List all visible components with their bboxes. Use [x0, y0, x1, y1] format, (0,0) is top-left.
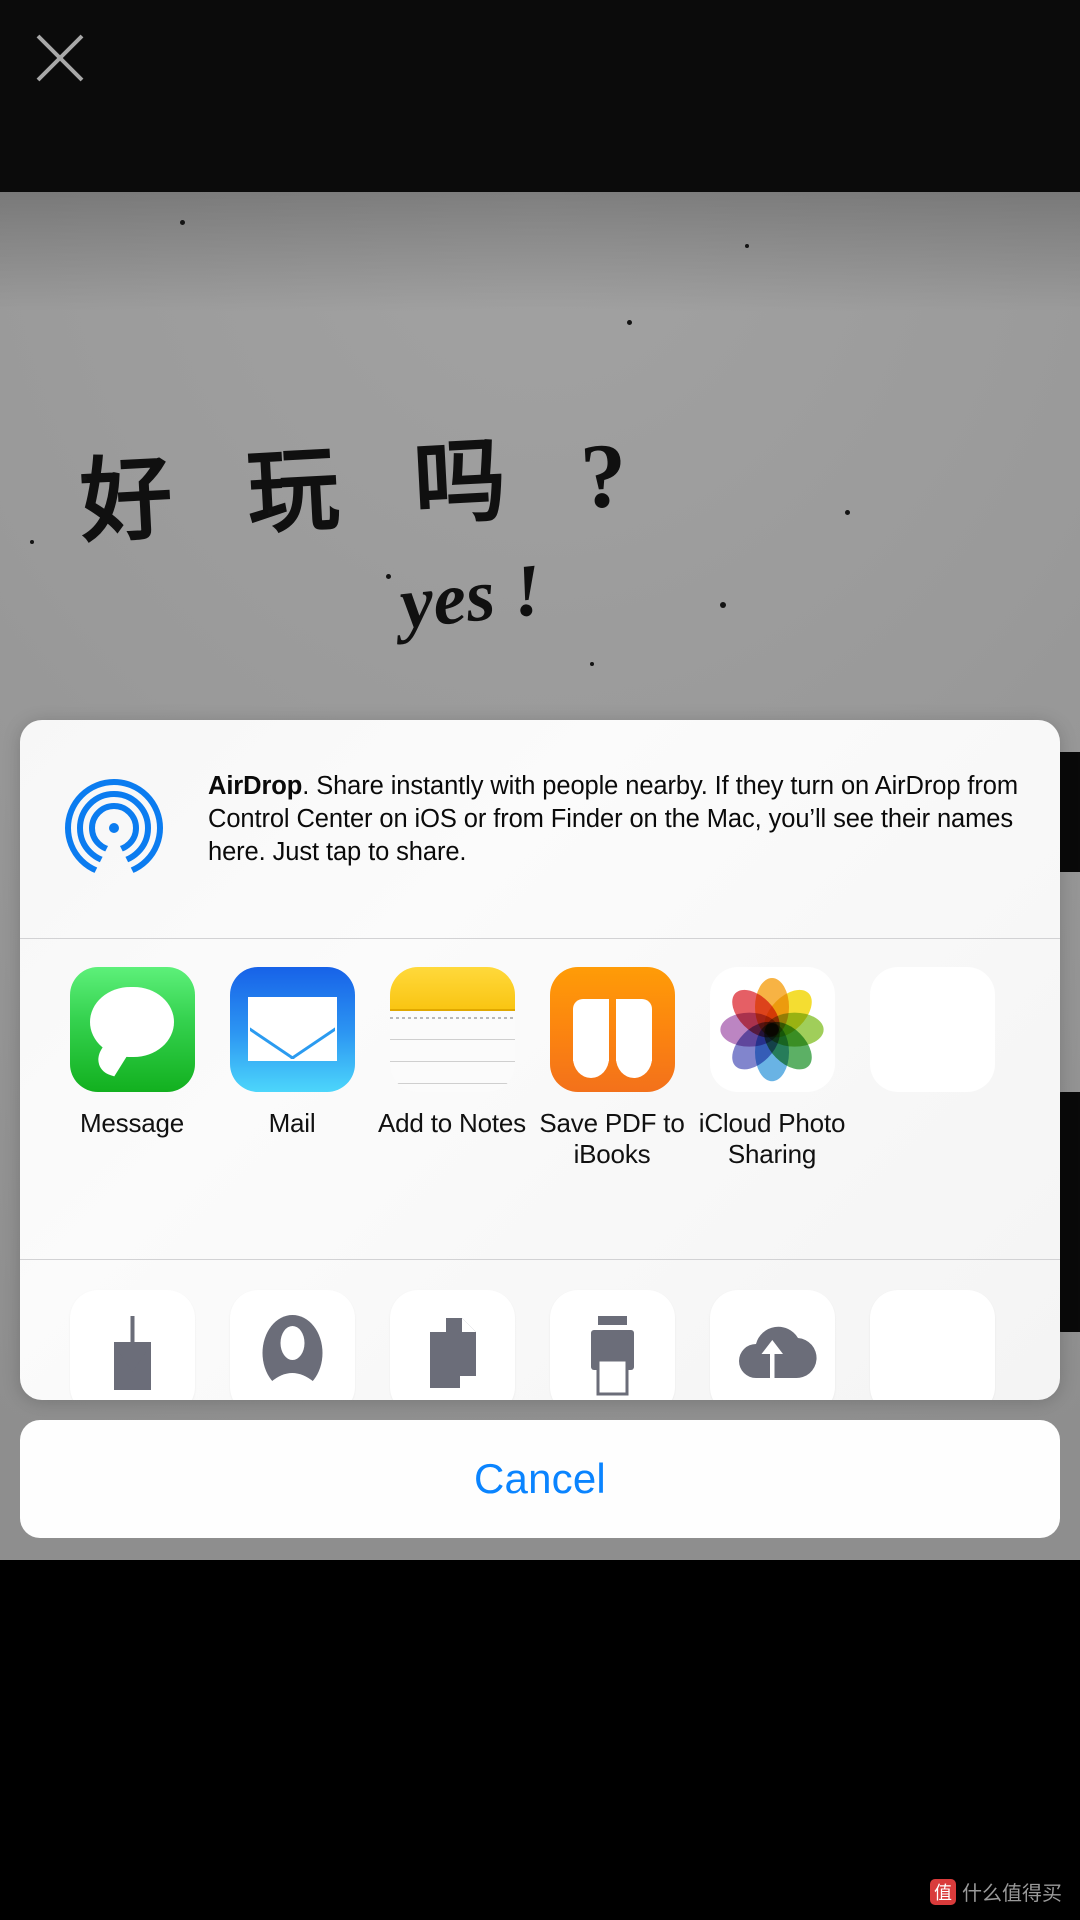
airdrop-icon — [62, 776, 166, 880]
notes-dotted-line — [389, 1017, 515, 1019]
action-item-print[interactable]: Print — [532, 1290, 692, 1400]
action-item-add-to-icloud-drive[interactable]: Add To iCloud Drive — [692, 1290, 852, 1400]
copy-icon — [429, 1318, 476, 1388]
app-item-message[interactable]: Message — [52, 967, 212, 1259]
watermark: 值 什么值得买 — [930, 1877, 1062, 1906]
airdrop-section[interactable]: AirDrop. Share instantly with people nea… — [20, 720, 1060, 938]
action-item-assign-to-contact[interactable]: Assign to Contact — [212, 1290, 372, 1400]
airdrop-body: . Share instantly with people nearby. If… — [208, 772, 1019, 866]
airdrop-title: AirDrop — [208, 772, 303, 800]
action-row[interactable]: Save Image Assign to Contact Copy — [20, 1260, 1060, 1400]
assign-contact-button[interactable] — [229, 1290, 355, 1400]
save-image-button[interactable] — [69, 1290, 195, 1400]
app-share-row[interactable]: Message Mail Add to Notes Save PDF to iB… — [20, 939, 1060, 1259]
notes-header-band — [389, 967, 515, 1011]
app-label: Save PDF to iBooks — [539, 1108, 685, 1169]
app-item-partial[interactable] — [852, 967, 1012, 1259]
app-item-ibooks[interactable]: Save PDF to iBooks — [532, 967, 692, 1259]
app-item-notes[interactable]: Add to Notes — [372, 967, 532, 1259]
action-item-copy[interactable]: Copy — [372, 1290, 532, 1400]
partial-app-icon[interactable] — [869, 967, 995, 1092]
cancel-label: Cancel — [474, 1455, 606, 1502]
app-label: iCloud Photo Sharing — [698, 1108, 846, 1169]
handwriting-line-2: yes ! — [396, 548, 546, 646]
airdrop-description: AirDrop. Share instantly with people nea… — [208, 770, 1028, 938]
notes-app-icon[interactable] — [389, 967, 515, 1092]
app-item-mail[interactable]: Mail — [212, 967, 372, 1259]
app-label: Mail — [268, 1108, 316, 1138]
envelope-icon — [247, 997, 337, 1061]
bottom-black-strip — [0, 1560, 1080, 1920]
mail-app-icon[interactable] — [229, 967, 355, 1092]
print-icon — [590, 1316, 634, 1396]
open-book-icon — [572, 999, 652, 1078]
print-button[interactable] — [549, 1290, 675, 1400]
copy-button[interactable] — [389, 1290, 515, 1400]
close-x-icon — [36, 34, 84, 82]
watermark-text: 什么值得买 — [962, 1883, 1062, 1905]
save-image-icon — [113, 1316, 151, 1390]
app-label: Message — [79, 1108, 185, 1138]
messages-app-icon[interactable] — [69, 967, 195, 1092]
watermark-badge: 值 — [930, 1878, 956, 1905]
handwriting-line-1: 好 玩 吗 ? — [77, 422, 656, 554]
ibooks-app-icon[interactable] — [549, 967, 675, 1092]
app-item-icloud-photo-sharing[interactable]: iCloud Photo Sharing — [692, 967, 852, 1259]
action-item-partial[interactable] — [852, 1290, 1012, 1400]
app-label: Add to Notes — [378, 1108, 526, 1138]
cancel-button[interactable]: Cancel — [20, 1420, 1060, 1538]
speech-bubble-icon — [89, 987, 174, 1057]
icloud-upload-icon — [738, 1326, 817, 1384]
partial-action-icon[interactable] — [869, 1290, 995, 1400]
top-bar — [0, 0, 1080, 192]
icloud-upload-button[interactable] — [709, 1290, 835, 1400]
action-item-save-image[interactable]: Save Image — [52, 1290, 212, 1400]
photo-top-shadow — [0, 192, 1080, 312]
photos-app-icon[interactable] — [709, 967, 835, 1092]
close-button[interactable] — [34, 32, 86, 84]
assign-contact-icon — [262, 1315, 322, 1394]
share-sheet: AirDrop. Share instantly with people nea… — [20, 720, 1060, 1400]
